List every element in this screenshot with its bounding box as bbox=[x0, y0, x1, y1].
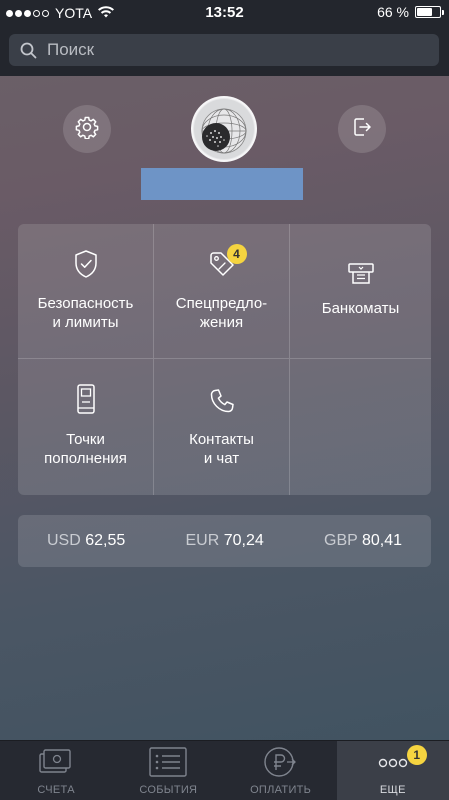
atm-icon bbox=[346, 262, 376, 291]
search-bar bbox=[0, 26, 449, 76]
menu-item-label: Банкоматы bbox=[321, 299, 400, 317]
search-input[interactable] bbox=[47, 40, 407, 60]
tab-more[interactable]: 1 ЕЩЕ bbox=[336, 741, 449, 800]
menu-item-empty bbox=[290, 359, 431, 495]
battery-status: 66 % bbox=[377, 4, 444, 20]
tab-label: СЧЕТА bbox=[37, 784, 75, 796]
battery-percent: 66 % bbox=[377, 4, 409, 20]
menu-item-offers[interactable]: 4 Спецпредло- жения bbox=[154, 224, 290, 359]
menu-item-label: Точки пополнения bbox=[44, 431, 127, 467]
tab-accounts[interactable]: СЧЕТА bbox=[0, 741, 112, 800]
tab-label: ОПЛАТИТЬ bbox=[250, 784, 312, 796]
avatar-image bbox=[194, 99, 254, 159]
shield-check-icon bbox=[72, 249, 100, 284]
ruble-pay-icon bbox=[261, 746, 301, 783]
more-dots-icon bbox=[378, 755, 408, 773]
settings-button[interactable] bbox=[63, 105, 111, 153]
battery-icon bbox=[415, 6, 444, 18]
cards-icon bbox=[38, 747, 74, 782]
tab-pay[interactable]: ОПЛАТИТЬ bbox=[225, 741, 337, 800]
tab-events[interactable]: СОБЫТИЯ bbox=[112, 741, 224, 800]
tab-label: СОБЫТИЯ bbox=[139, 784, 198, 796]
username-redacted bbox=[141, 168, 303, 200]
phone-icon bbox=[208, 387, 236, 420]
tab-label: ЕЩЕ bbox=[379, 784, 406, 796]
search-box[interactable] bbox=[9, 34, 439, 66]
rate-eur: EUR 70,24 bbox=[185, 532, 264, 549]
menu-item-label: Спецпредло- жения bbox=[175, 295, 268, 331]
offers-badge: 4 bbox=[226, 244, 247, 264]
menu-grid: Безопасность и лимиты 4 Спецпредло- жени… bbox=[18, 224, 431, 495]
menu-item-topup-points[interactable]: Точки пополнения bbox=[18, 359, 154, 495]
rate-gbp: GBP 80,41 bbox=[324, 532, 402, 549]
search-icon bbox=[19, 41, 37, 59]
gear-icon bbox=[75, 115, 99, 144]
avatar[interactable] bbox=[191, 96, 257, 162]
status-bar: YOTA 13:52 66 % bbox=[0, 0, 449, 26]
terminal-icon bbox=[75, 383, 97, 420]
logout-button[interactable] bbox=[338, 105, 386, 153]
menu-item-atms[interactable]: Банкоматы bbox=[290, 224, 431, 359]
list-icon bbox=[149, 746, 188, 782]
menu-item-label: Безопасность и лимиты bbox=[37, 295, 134, 331]
menu-item-security[interactable]: Безопасность и лимиты bbox=[18, 224, 154, 359]
menu-item-contacts-chat[interactable]: Контакты и чат bbox=[154, 359, 290, 495]
menu-item-label: Контакты и чат bbox=[189, 431, 254, 467]
tab-bar: СЧЕТА СОБЫТИЯ ОПЛАТИТЬ 1 ЕЩЕ bbox=[0, 740, 449, 800]
exchange-rates: USD 62,55 EUR 70,24 GBP 80,41 bbox=[18, 515, 431, 567]
rate-usd: USD 62,55 bbox=[47, 532, 126, 549]
more-badge: 1 bbox=[406, 745, 427, 765]
logout-icon bbox=[350, 115, 374, 144]
